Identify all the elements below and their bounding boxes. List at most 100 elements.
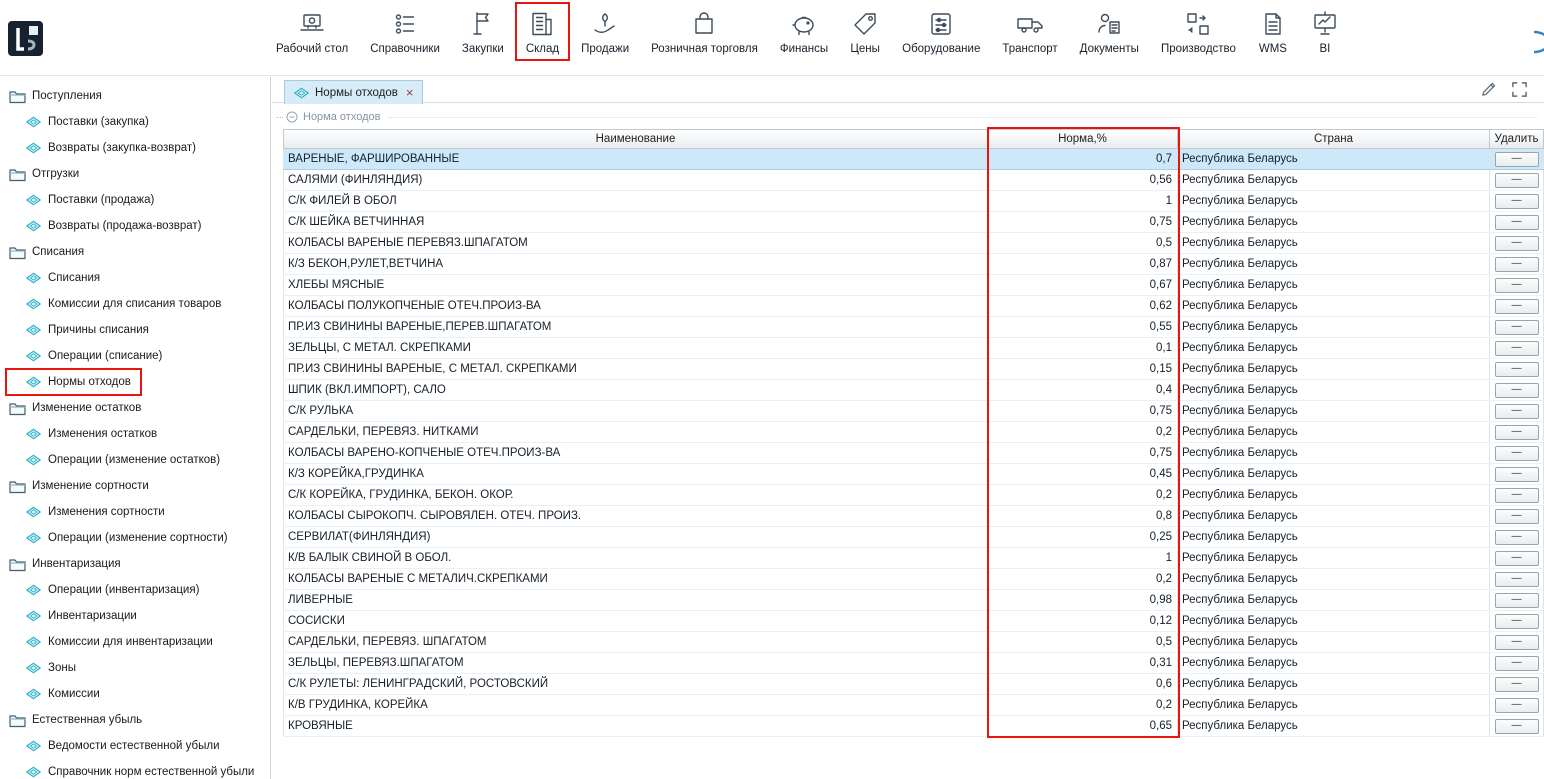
cell-norm[interactable]: 0,1 [988, 338, 1178, 358]
cell-name[interactable]: К/З КОРЕЙКА,ГРУДИНКА [283, 464, 988, 484]
cell-country[interactable]: Республика Беларусь [1178, 590, 1490, 610]
column-header[interactable]: Норма,% [988, 129, 1178, 149]
cell-name[interactable]: САЛЯМИ (ФИНЛЯНДИЯ) [283, 170, 988, 190]
delete-row-button[interactable]: — [1495, 719, 1539, 734]
delete-row-button[interactable]: — [1495, 467, 1539, 482]
cell-country[interactable]: Республика Беларусь [1178, 674, 1490, 694]
cell-norm[interactable]: 0,67 [988, 275, 1178, 295]
tree-form-item[interactable]: Изменения остатков [24, 421, 157, 447]
table-row[interactable]: С/К РУЛЬКА0,75Республика Беларусь— [283, 401, 1544, 422]
cell-country[interactable]: Республика Беларусь [1178, 506, 1490, 526]
delete-row-button[interactable]: — [1495, 320, 1539, 335]
toolbar-item[interactable]: Финансы [780, 9, 828, 55]
tree-form-item[interactable]: Инвентаризации [24, 603, 137, 629]
delete-row-button[interactable]: — [1495, 509, 1539, 524]
cell-name[interactable]: КРОВЯНЫЕ [283, 716, 988, 736]
cell-country[interactable]: Республика Беларусь [1178, 527, 1490, 547]
cell-norm[interactable]: 0,4 [988, 380, 1178, 400]
app-logo[interactable] [8, 21, 43, 56]
table-row[interactable]: С/К КОРЕЙКА, ГРУДИНКА, БЕКОН. ОКОР.0,2Ре… [283, 485, 1544, 506]
delete-row-button[interactable]: — [1495, 698, 1539, 713]
delete-row-button[interactable]: — [1495, 593, 1539, 608]
cell-name[interactable]: С/К ШЕЙКА ВЕТЧИННАЯ [283, 212, 988, 232]
toolbar-item[interactable]: Продажи [581, 9, 629, 55]
cell-country[interactable]: Республика Беларусь [1178, 695, 1490, 715]
tree-form-item[interactable]: Причины списания [24, 317, 149, 343]
tree-folder-item[interactable]: Списания [8, 239, 84, 265]
cell-norm[interactable]: 0,65 [988, 716, 1178, 736]
cell-name[interactable]: КОЛБАСЫ ВАРЕНЫЕ ПЕРЕВЯЗ.ШПАГАТОМ [283, 233, 988, 253]
tree-form-item[interactable]: Поставки (продажа) [24, 187, 154, 213]
delete-row-button[interactable]: — [1495, 299, 1539, 314]
delete-row-button[interactable]: — [1495, 551, 1539, 566]
table-row[interactable]: ШПИК (ВКЛ.ИМПОРТ), САЛО0,4Республика Бел… [283, 380, 1544, 401]
cell-name[interactable]: ЗЕЛЬЦЫ, С МЕТАЛ. СКРЕПКАМИ [283, 338, 988, 358]
cell-name[interactable]: КОЛБАСЫ ПОЛУКОПЧЕНЫЕ ОТЕЧ.ПРОИЗ-ВА [283, 296, 988, 316]
cell-norm[interactable]: 0,98 [988, 590, 1178, 610]
delete-row-button[interactable]: — [1495, 236, 1539, 251]
fullscreen-icon[interactable] [1511, 81, 1528, 98]
tree-form-item[interactable]: Ведомости естественной убыли [24, 733, 220, 759]
tree-form-item[interactable]: Комиссии для списания товаров [24, 291, 221, 317]
table-row[interactable]: К/В БАЛЫК СВИНОЙ В ОБОЛ.1Республика Бела… [283, 548, 1544, 569]
table-row[interactable]: ЗЕЛЬЦЫ, С МЕТАЛ. СКРЕПКАМИ0,1Республика … [283, 338, 1544, 359]
tab-close-icon[interactable]: × [406, 86, 414, 99]
table-row[interactable]: ЗЕЛЬЦЫ, ПЕРЕВЯЗ.ШПАГАТОМ0,31Республика Б… [283, 653, 1544, 674]
delete-row-button[interactable]: — [1495, 614, 1539, 629]
delete-row-button[interactable]: — [1495, 404, 1539, 419]
cell-name[interactable]: К/З БЕКОН,РУЛЕТ,ВЕТЧИНА [283, 254, 988, 274]
tab-waste-norms[interactable]: Нормы отходов × [284, 80, 423, 104]
tree-form-item[interactable]: Возвраты (закупка-возврат) [24, 135, 196, 161]
tree-folder-item[interactable]: Изменение остатков [8, 395, 141, 421]
cell-country[interactable]: Республика Беларусь [1178, 569, 1490, 589]
cell-country[interactable]: Республика Беларусь [1178, 380, 1490, 400]
tree-folder-item[interactable]: Инвентаризация [8, 551, 121, 577]
tree-folder-item[interactable]: Отгрузки [8, 161, 79, 187]
cell-norm[interactable]: 0,25 [988, 527, 1178, 547]
table-row[interactable]: ХЛЕБЫ МЯСНЫЕ0,67Республика Беларусь— [283, 275, 1544, 296]
table-row[interactable]: КОЛБАСЫ СЫРОКОПЧ. СЫРОВЯЛЕН. ОТЕЧ. ПРОИЗ… [283, 506, 1544, 527]
toolbar-item[interactable]: Закупки [462, 9, 504, 55]
column-header[interactable]: Наименование [283, 129, 988, 149]
table-row[interactable]: САРДЕЛЬКИ, ПЕРЕВЯЗ. НИТКАМИ0,2Республика… [283, 422, 1544, 443]
cell-norm[interactable]: 0,56 [988, 170, 1178, 190]
cell-country[interactable]: Республика Беларусь [1178, 149, 1490, 169]
table-row[interactable]: С/К РУЛЕТЫ: ЛЕНИНГРАДСКИЙ, РОСТОВСКИЙ0,6… [283, 674, 1544, 695]
delete-row-button[interactable]: — [1495, 194, 1539, 209]
cell-country[interactable]: Республика Беларусь [1178, 170, 1490, 190]
cell-norm[interactable]: 0,7 [988, 149, 1178, 169]
tree-form-item[interactable]: Операции (изменение сортности) [24, 525, 228, 551]
tree-folder-item[interactable]: Поступления [8, 83, 102, 109]
table-row[interactable]: К/В ГРУДИНКА, КОРЕЙКА0,2Республика Белар… [283, 695, 1544, 716]
cell-country[interactable]: Республика Беларусь [1178, 233, 1490, 253]
toolbar-item[interactable]: Документы [1080, 9, 1139, 55]
cell-norm[interactable]: 0,6 [988, 674, 1178, 694]
delete-row-button[interactable]: — [1495, 572, 1539, 587]
cell-country[interactable]: Республика Беларусь [1178, 401, 1490, 421]
cell-country[interactable]: Республика Беларусь [1178, 275, 1490, 295]
cell-norm[interactable]: 0,75 [988, 212, 1178, 232]
table-row[interactable]: СЕРВИЛАТ(ФИНЛЯНДИЯ)0,25Республика Белару… [283, 527, 1544, 548]
toolbar-item[interactable]: Оборудование [902, 9, 980, 55]
cell-name[interactable]: ПР.ИЗ СВИНИНЫ ВАРЕНЫЕ, С МЕТАЛ. СКРЕПКАМ… [283, 359, 988, 379]
tree-folder-item[interactable]: Изменение сортности [8, 473, 149, 499]
cell-norm[interactable]: 0,31 [988, 653, 1178, 673]
delete-row-button[interactable]: — [1495, 173, 1539, 188]
cell-name[interactable]: С/К ФИЛЕЙ В ОБОЛ [283, 191, 988, 211]
table-row[interactable]: К/З БЕКОН,РУЛЕТ,ВЕТЧИНА0,87Республика Бе… [283, 254, 1544, 275]
delete-row-button[interactable]: — [1495, 257, 1539, 272]
cell-name[interactable]: С/К РУЛЕТЫ: ЛЕНИНГРАДСКИЙ, РОСТОВСКИЙ [283, 674, 988, 694]
tree-form-item[interactable]: Возвраты (продажа-возврат) [24, 213, 201, 239]
delete-row-button[interactable]: — [1495, 635, 1539, 650]
cell-name[interactable]: СОСИСКИ [283, 611, 988, 631]
column-header[interactable]: Удалить [1490, 129, 1544, 149]
tree-folder-item[interactable]: Естественная убыль [8, 707, 142, 733]
delete-row-button[interactable]: — [1495, 677, 1539, 692]
table-row[interactable]: КОЛБАСЫ ВАРЕНЫЕ С МЕТАЛИЧ.СКРЕПКАМИ0,2Ре… [283, 569, 1544, 590]
delete-row-button[interactable]: — [1495, 656, 1539, 671]
table-row[interactable]: С/К ШЕЙКА ВЕТЧИННАЯ0,75Республика Белару… [283, 212, 1544, 233]
cell-norm[interactable]: 0,75 [988, 443, 1178, 463]
cell-country[interactable]: Республика Беларусь [1178, 611, 1490, 631]
cell-name[interactable]: САРДЕЛЬКИ, ПЕРЕВЯЗ. ШПАГАТОМ [283, 632, 988, 652]
delete-row-button[interactable]: — [1495, 446, 1539, 461]
